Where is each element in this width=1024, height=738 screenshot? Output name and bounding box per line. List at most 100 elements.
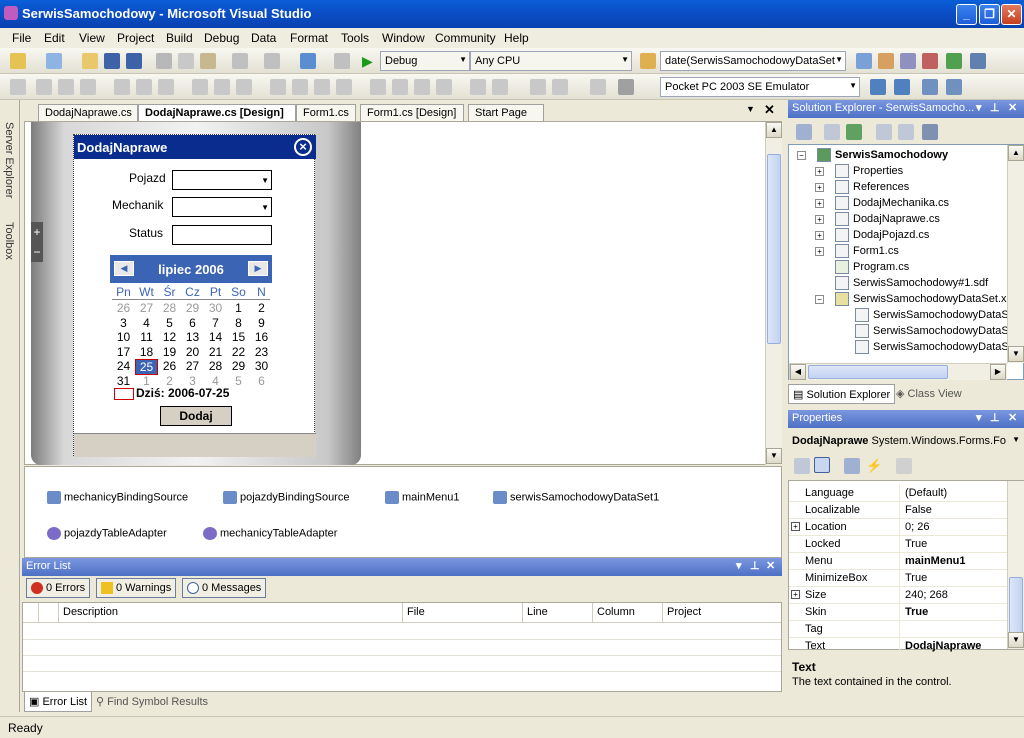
column-project[interactable]: Project — [663, 603, 781, 623]
calendar-day[interactable]: 18 — [135, 345, 158, 359]
calendar-day[interactable]: 9 — [250, 316, 273, 330]
expand-icon[interactable]: + — [791, 522, 800, 531]
align-bottoms-icon[interactable] — [158, 79, 174, 95]
tab-solution-explorer[interactable]: ▤ Solution Explorer — [788, 384, 896, 404]
align-middles-icon[interactable] — [136, 79, 152, 95]
menu-project[interactable]: Project — [117, 31, 154, 45]
align-rights-icon[interactable] — [80, 79, 96, 95]
property-row[interactable]: + Size 240; 268 — [789, 587, 1007, 604]
toolbox-icon[interactable] — [922, 53, 938, 69]
window-position-icon[interactable]: ▾ — [976, 411, 982, 424]
increase-spacing-icon[interactable] — [292, 79, 308, 95]
calendar-day[interactable]: 1 — [227, 301, 250, 315]
calendar-day[interactable]: 11 — [135, 330, 158, 344]
categorized-icon[interactable] — [794, 458, 810, 474]
events-icon[interactable]: ⚡ — [866, 458, 882, 474]
property-row[interactable]: Menu mainMenu1 — [789, 553, 1007, 570]
collapse-icon[interactable]: − — [815, 295, 824, 304]
collapse-icon[interactable]: − — [797, 151, 806, 160]
vertical-spacing-icon[interactable] — [370, 79, 386, 95]
property-vertical-scrollbar[interactable]: ▼ — [1007, 481, 1024, 649]
calendar-day[interactable]: 30 — [204, 301, 227, 315]
target-device-select[interactable]: Pocket PC 2003 SE Emulator ▼ — [660, 77, 860, 97]
component-mechanicy-table-adapter[interactable]: mechanicyTableAdapter — [203, 527, 337, 540]
designer-vertical-scrollbar[interactable]: ▲ ▼ — [765, 122, 782, 465]
solution-explorer-icon[interactable] — [856, 53, 872, 69]
property-row[interactable]: Language (Default) — [789, 485, 1007, 502]
solution-configuration-select[interactable]: Debug ▼ — [380, 51, 470, 71]
tree-item-dataset-child[interactable]: SerwisSamochodowyDataSe — [855, 340, 1007, 354]
calendar-day[interactable]: 28 — [204, 359, 227, 373]
tree-item-properties[interactable]: Properties — [835, 164, 903, 178]
scroll-up-icon[interactable]: ▲ — [766, 122, 782, 138]
calendar-day[interactable]: 5 — [158, 316, 181, 330]
scroll-thumb[interactable] — [1009, 577, 1023, 633]
expand-icon[interactable]: + — [815, 215, 824, 224]
calendar-day[interactable]: 26 — [158, 359, 181, 373]
close-panel-icon[interactable]: ✕ — [766, 559, 775, 572]
tree-item-sdf[interactable]: SerwisSamochodowy#1.sdf — [835, 276, 988, 290]
scroll-right-icon[interactable]: ▶ — [990, 364, 1006, 380]
lock-controls-icon[interactable] — [590, 79, 606, 95]
scroll-left-icon[interactable]: ◀ — [790, 364, 806, 380]
property-value[interactable]: DodajNaprawe — [905, 640, 981, 652]
calendar-day[interactable]: 22 — [227, 345, 250, 359]
properties-window-icon[interactable] — [878, 53, 894, 69]
calendar-today[interactable]: Dziś: 2006-07-25 — [136, 386, 229, 400]
find-icon[interactable] — [640, 53, 656, 69]
undo-icon[interactable] — [232, 53, 248, 69]
calendar-day[interactable]: 24 — [112, 359, 135, 373]
view-designer-icon[interactable] — [898, 124, 914, 140]
expand-icon[interactable]: + — [815, 247, 824, 256]
status-textbox[interactable] — [172, 225, 272, 245]
calendar-day[interactable]: 27 — [135, 301, 158, 315]
menu-help[interactable]: Help — [504, 31, 529, 45]
tab-order-icon[interactable] — [618, 79, 634, 95]
messages-filter-button[interactable]: 0 Messages — [182, 578, 266, 598]
menu-edit[interactable]: Edit — [44, 31, 65, 45]
window-position-icon[interactable]: ▾ — [736, 559, 742, 572]
calendar-day[interactable]: 5 — [227, 374, 250, 388]
refresh-icon[interactable] — [846, 124, 862, 140]
property-value[interactable]: False — [905, 504, 932, 516]
menu-tools[interactable]: Tools — [341, 31, 369, 45]
auto-hide-icon[interactable]: ⊥ — [990, 101, 1000, 114]
server-explorer-tab[interactable]: Server Explorer — [3, 122, 15, 198]
scroll-down-icon[interactable]: ▼ — [1008, 632, 1024, 648]
properties-view-icon[interactable] — [844, 458, 860, 474]
minimize-button[interactable]: _ — [956, 4, 977, 25]
property-value[interactable]: mainMenu1 — [905, 555, 966, 567]
object-browser-icon[interactable] — [900, 53, 916, 69]
auto-hide-icon[interactable]: ⊥ — [990, 411, 1000, 424]
scroll-thumb[interactable] — [767, 154, 781, 344]
make-same-size-icon[interactable] — [236, 79, 252, 95]
tree-item-dataset-child[interactable]: SerwisSamochodowyDataSe — [855, 324, 1007, 338]
property-row[interactable]: Skin True — [789, 604, 1007, 621]
tab-form1-design[interactable]: Form1.cs [Design] — [360, 104, 464, 121]
toolbox-tab[interactable]: Toolbox — [3, 222, 15, 260]
calendar-day[interactable]: 29 — [227, 359, 250, 373]
expand-icon[interactable]: + — [815, 183, 824, 192]
close-panel-icon[interactable]: ✕ — [1008, 101, 1017, 114]
scroll-down-icon[interactable]: ▼ — [1008, 346, 1024, 362]
tree-item-dataset-child[interactable]: SerwisSamochodowyDataSe — [855, 308, 1007, 322]
remove-vertical-spacing-icon[interactable] — [436, 79, 452, 95]
redo-icon[interactable] — [264, 53, 280, 69]
calendar-day[interactable]: 16 — [250, 330, 273, 344]
connect-to-device-icon[interactable] — [870, 79, 886, 95]
calendar-day[interactable]: 8 — [227, 316, 250, 330]
scroll-up-icon[interactable]: ▲ — [1008, 145, 1024, 161]
calendar-day[interactable]: 13 — [181, 330, 204, 344]
save-icon[interactable] — [104, 53, 120, 69]
menu-debug[interactable]: Debug — [204, 31, 239, 45]
calendar-day[interactable]: 17 — [112, 345, 135, 359]
tab-dodajnaprawe-design[interactable]: DodajNaprawe.cs [Design] — [138, 104, 296, 121]
tree-item-references[interactable]: References — [835, 180, 909, 194]
component-mechanicy-binding-source[interactable]: mechanicyBindingSource — [47, 491, 188, 504]
tree-project-root[interactable]: SerwisSamochodowy — [817, 148, 948, 162]
font-icon[interactable] — [946, 79, 962, 95]
align-tops-icon[interactable] — [114, 79, 130, 95]
make-same-width-icon[interactable] — [192, 79, 208, 95]
alphabetical-icon[interactable] — [814, 457, 830, 473]
calendar-day[interactable]: 15 — [227, 330, 250, 344]
